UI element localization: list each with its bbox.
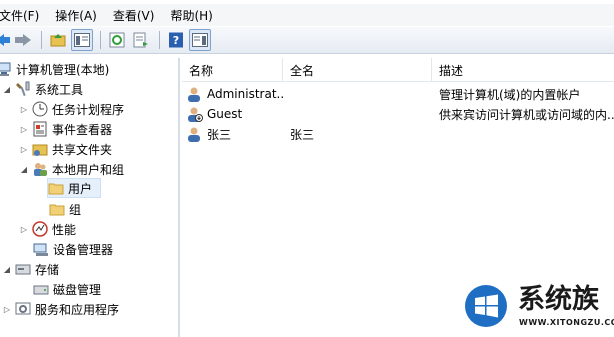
tree-item-disk-management[interactable]: 磁盘管理 bbox=[33, 279, 101, 299]
tree-item-local-users-groups[interactable]: ◢ 本地用户和组 bbox=[19, 159, 124, 179]
tree-item-computer-management[interactable]: 计算机管理(本地) bbox=[0, 59, 109, 79]
tree-label: 磁盘管理 bbox=[53, 282, 102, 297]
toolbar-separator bbox=[41, 31, 42, 49]
console-tree: 计算机管理(本地) ◢ 系统工具 ▷ 任务计划程序 ▷ 事件查看器 ▷ 共享文件… bbox=[0, 58, 180, 337]
tree-item-event-viewer[interactable]: ▷ 事件查看器 bbox=[19, 119, 112, 139]
tree-label: 事件查看器 bbox=[52, 122, 113, 137]
tree-label: 设备管理器 bbox=[53, 242, 114, 257]
toolbar: ? bbox=[0, 27, 614, 54]
watermark-url: WWW.XITONGZU.COM bbox=[519, 318, 614, 327]
export-list-icon[interactable] bbox=[130, 29, 152, 51]
user-icon bbox=[187, 86, 203, 102]
tree-item-shared-folders[interactable]: ▷ 共享文件夹 bbox=[19, 139, 112, 159]
disabled-user-icon bbox=[187, 106, 203, 122]
svg-text:?: ? bbox=[173, 34, 179, 47]
tree-label: 用户 bbox=[68, 181, 93, 196]
user-name-cell: Administrat... bbox=[187, 84, 283, 104]
list-header: 名称 全名 描述 bbox=[182, 58, 614, 82]
user-name: Administrat... bbox=[207, 87, 283, 101]
tree-label: 性能 bbox=[52, 222, 77, 237]
system-tools-icon bbox=[15, 81, 31, 97]
expand-triangle-icon[interactable]: ▷ bbox=[19, 225, 29, 234]
folder-icon bbox=[48, 180, 64, 196]
users-group-icon bbox=[32, 161, 48, 177]
expand-triangle-icon[interactable]: ▷ bbox=[19, 105, 29, 114]
user-name: 张三 bbox=[207, 127, 232, 142]
collapse-triangle-icon[interactable]: ◢ bbox=[19, 165, 29, 174]
tree-label: 系统工具 bbox=[35, 82, 84, 97]
computer-management-icon bbox=[0, 61, 12, 77]
expand-triangle-icon[interactable]: ▷ bbox=[2, 305, 12, 314]
back-arrow-icon[interactable] bbox=[0, 29, 10, 51]
full-name-cell bbox=[290, 104, 430, 124]
menu-bar: 文件(F) 操作(A) 查看(V) 帮助(H) bbox=[0, 4, 614, 26]
tree-item-groups[interactable]: 组 bbox=[49, 199, 81, 219]
tree-item-system-tools[interactable]: ◢ 系统工具 bbox=[2, 79, 83, 99]
services-icon bbox=[15, 301, 31, 317]
disk-icon bbox=[33, 281, 49, 297]
tree-item-performance[interactable]: ▷ 性能 bbox=[19, 219, 76, 239]
collapse-triangle-icon[interactable]: ◢ bbox=[2, 85, 12, 94]
table-row[interactable]: Administrat... 管理计算机(域)的内置帐户 bbox=[182, 84, 614, 104]
folder-icon bbox=[49, 201, 65, 217]
tree-label: 计算机管理(本地) bbox=[16, 62, 110, 77]
user-icon bbox=[187, 126, 203, 142]
tree-item-storage[interactable]: ◢ 存储 bbox=[2, 259, 59, 279]
tree-label: 存储 bbox=[35, 262, 60, 277]
description-cell: 供来宾访问计算机或访问域的内... bbox=[439, 107, 614, 122]
up-folder-icon[interactable] bbox=[47, 29, 69, 51]
collapse-triangle-icon[interactable]: ◢ bbox=[2, 265, 12, 274]
performance-icon bbox=[32, 221, 48, 237]
toolbar-separator bbox=[159, 31, 160, 49]
table-row[interactable]: 张三 张三 bbox=[182, 124, 614, 144]
shared-folder-icon bbox=[32, 141, 48, 157]
tree-item-device-manager[interactable]: 设备管理器 bbox=[33, 239, 113, 259]
tree-label: 本地用户和组 bbox=[52, 162, 125, 177]
site-watermark: 系统族 WWW.XITONGZU.COM bbox=[462, 278, 614, 334]
user-name-cell: 张三 bbox=[187, 124, 283, 144]
toolbar-separator bbox=[100, 31, 101, 49]
forward-arrow-icon[interactable] bbox=[12, 29, 34, 51]
user-name: Guest bbox=[207, 107, 243, 121]
menu-help[interactable]: 帮助(H) bbox=[170, 7, 212, 24]
description-cell bbox=[439, 124, 614, 144]
event-viewer-icon bbox=[32, 121, 48, 137]
expand-triangle-icon[interactable]: ▷ bbox=[19, 125, 29, 134]
tree-item-task-scheduler[interactable]: ▷ 任务计划程序 bbox=[19, 99, 124, 119]
tree-item-users[interactable]: 用户 bbox=[47, 178, 101, 198]
help-icon[interactable]: ? bbox=[165, 29, 187, 51]
column-header-name[interactable]: 名称 bbox=[182, 58, 283, 82]
show-hide-console-tree-icon[interactable] bbox=[71, 29, 93, 51]
tree-item-services-apps[interactable]: ▷ 服务和应用程序 bbox=[2, 299, 119, 319]
user-name-cell: Guest bbox=[187, 104, 283, 124]
menu-view[interactable]: 查看(V) bbox=[113, 7, 155, 24]
tree-label: 组 bbox=[69, 202, 82, 217]
full-name-cell bbox=[290, 84, 430, 104]
column-header-description[interactable]: 描述 bbox=[432, 58, 614, 82]
device-manager-icon bbox=[33, 241, 49, 257]
show-hide-action-pane-icon[interactable] bbox=[189, 29, 211, 51]
tree-label: 服务和应用程序 bbox=[35, 302, 120, 317]
column-header-full-name[interactable]: 全名 bbox=[283, 58, 432, 82]
clock-icon bbox=[32, 101, 48, 117]
table-row[interactable]: Guest 供来宾访问计算机或访问域的内... bbox=[182, 104, 614, 124]
full-name-cell: 张三 bbox=[290, 127, 315, 142]
description-cell: 管理计算机(域)的内置帐户 bbox=[439, 87, 581, 102]
tree-label: 任务计划程序 bbox=[52, 102, 125, 117]
tree-label: 共享文件夹 bbox=[52, 142, 113, 157]
watermark-brand: 系统族 bbox=[518, 284, 599, 315]
menu-action[interactable]: 操作(A) bbox=[55, 7, 97, 24]
expand-triangle-icon[interactable]: ▷ bbox=[19, 145, 29, 154]
refresh-icon[interactable] bbox=[106, 29, 128, 51]
menu-file[interactable]: 文件(F) bbox=[0, 7, 39, 24]
storage-icon bbox=[15, 261, 31, 277]
